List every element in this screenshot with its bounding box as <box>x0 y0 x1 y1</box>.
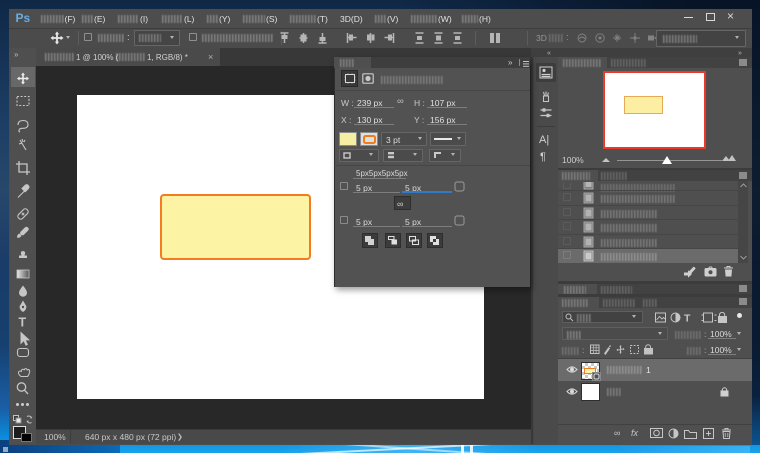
svg-text:T: T <box>684 313 691 324</box>
svg-text:T: T <box>19 316 27 330</box>
